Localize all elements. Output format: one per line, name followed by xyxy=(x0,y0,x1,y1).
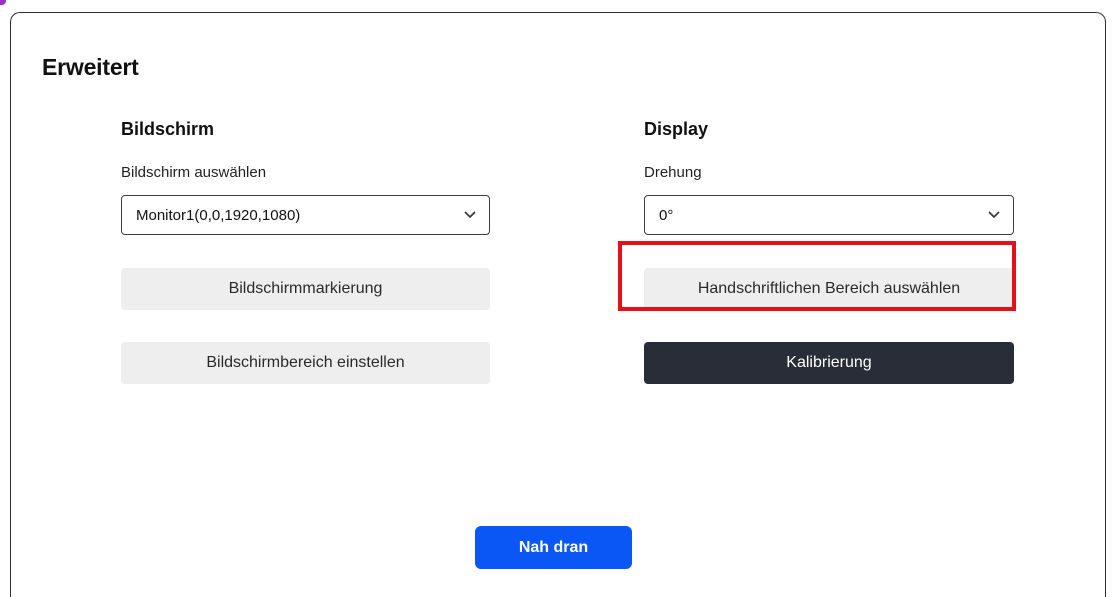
screen-select-value: Monitor1(0,0,1920,1080) xyxy=(136,206,301,224)
rotation-select-label: Drehung xyxy=(644,164,702,181)
screen-select-label: Bildschirm auswählen xyxy=(121,164,267,181)
chevron-down-icon xyxy=(987,208,1001,222)
handwriting-area-button[interactable]: Handschriftlichen Bereich auswählen xyxy=(644,268,1014,310)
section-title-bildschirm: Bildschirm xyxy=(121,119,215,139)
advanced-settings-dialog: Erweitert Bildschirm Bildschirm auswähle… xyxy=(10,12,1106,597)
rotation-select-value: 0° xyxy=(659,206,674,224)
nah-dran-button[interactable]: Nah dran xyxy=(475,526,632,569)
dialog-title: Erweitert xyxy=(42,54,139,80)
screen-marking-button[interactable]: Bildschirmmarkierung xyxy=(121,268,490,310)
screen-select[interactable]: Monitor1(0,0,1920,1080) xyxy=(121,195,490,235)
calibration-button[interactable]: Kalibrierung xyxy=(644,342,1014,384)
page: Erweitert Bildschirm Bildschirm auswähle… xyxy=(0,0,1115,597)
rotation-select[interactable]: 0° xyxy=(644,195,1014,235)
screen-area-button[interactable]: Bildschirmbereich einstellen xyxy=(121,342,490,384)
window-corner-accent xyxy=(0,0,6,5)
section-title-display: Display xyxy=(644,119,709,139)
chevron-down-icon xyxy=(463,208,477,222)
